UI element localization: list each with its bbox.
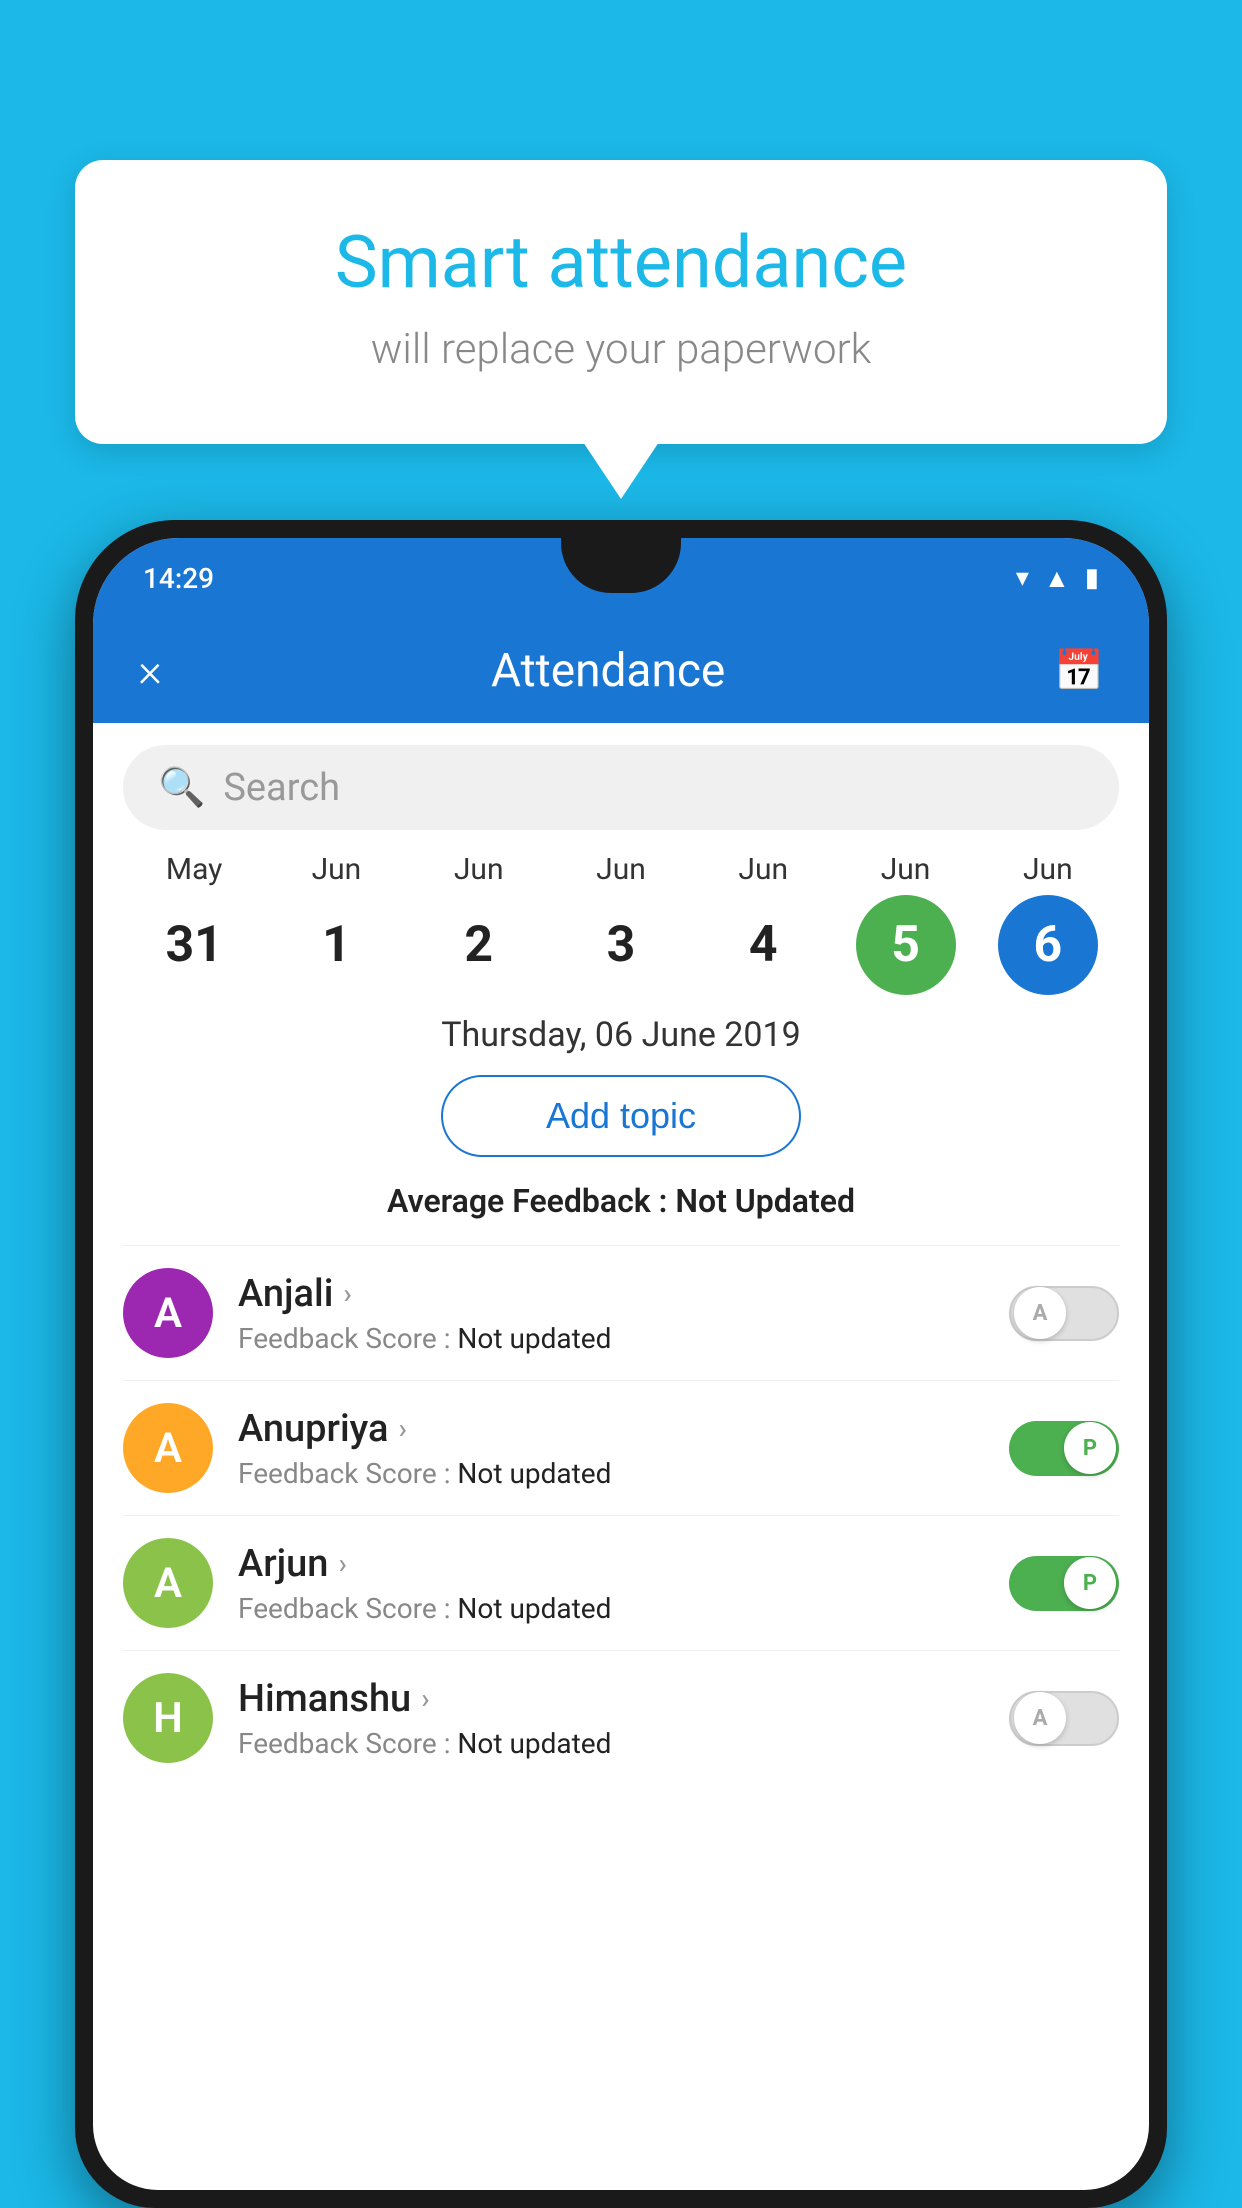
day-row[interactable]: May 31 Jun 1 Jun 2 Jun 3 Jun 4 Jun 5 Jun 6 <box>123 852 1119 995</box>
month-label: May <box>166 852 222 887</box>
date-col[interactable]: Jun 5 <box>836 852 976 995</box>
student-info: Himanshu › Feedback Score : Not updated <box>238 1677 1009 1760</box>
feedback-value: Not updated <box>457 1322 611 1355</box>
student-item[interactable]: A Arjun › Feedback Score : Not updated P <box>123 1515 1119 1650</box>
attendance-toggle[interactable]: P <box>1009 1421 1119 1476</box>
attendance-toggle[interactable]: P <box>1009 1556 1119 1611</box>
chevron-right-icon: › <box>421 1682 429 1715</box>
search-bar[interactable]: 🔍 Search <box>123 745 1119 830</box>
phone-frame: 14:29 ▾ ▲ ▮ × Attendance 📅 🔍 Search May 3… <box>75 520 1167 2208</box>
phone-notch <box>561 538 681 593</box>
month-label: Jun <box>596 852 646 887</box>
status-time: 14:29 <box>143 562 214 595</box>
student-feedback: Feedback Score : Not updated <box>238 1457 1009 1490</box>
chevron-right-icon: › <box>343 1277 351 1310</box>
app-header: × Attendance 📅 <box>93 618 1149 723</box>
student-feedback: Feedback Score : Not updated <box>238 1322 1009 1355</box>
attendance-toggle[interactable]: A <box>1009 1691 1119 1746</box>
battery-icon: ▮ <box>1085 563 1099 593</box>
speech-bubble: Smart attendance will replace your paper… <box>75 160 1167 444</box>
student-name[interactable]: Anupriya › <box>238 1407 1009 1451</box>
day-label[interactable]: 1 <box>286 895 386 995</box>
day-label[interactable]: 31 <box>144 895 244 995</box>
student-info: Anupriya › Feedback Score : Not updated <box>238 1407 1009 1490</box>
date-col[interactable]: Jun 6 <box>978 852 1118 995</box>
wifi-icon: ▾ <box>1016 563 1029 593</box>
date-picker: May 31 Jun 1 Jun 2 Jun 3 Jun 4 Jun 5 Jun 6 <box>93 852 1149 995</box>
status-bar: 14:29 ▾ ▲ ▮ <box>93 538 1149 618</box>
selected-date: Thursday, 06 June 2019 <box>93 1015 1149 1055</box>
month-label: Jun <box>454 852 504 887</box>
speech-bubble-title: Smart attendance <box>155 220 1087 305</box>
toggle-knob: A <box>1014 1692 1066 1744</box>
student-avatar: A <box>123 1403 213 1493</box>
signal-icon: ▲ <box>1044 563 1070 594</box>
add-topic-button[interactable]: Add topic <box>441 1075 801 1157</box>
student-item[interactable]: AAnjali ›Feedback Score : Not updatedA <box>123 1245 1119 1380</box>
day-label[interactable]: 4 <box>713 895 813 995</box>
day-label[interactable]: 2 <box>429 895 529 995</box>
chevron-right-icon: › <box>398 1412 406 1445</box>
feedback-value: Not updated <box>457 1457 611 1490</box>
avg-feedback-label: Average Feedback : <box>387 1182 675 1220</box>
date-col[interactable]: Jun 4 <box>693 852 833 995</box>
month-label: Jun <box>312 852 362 887</box>
speech-bubble-subtitle: will replace your paperwork <box>155 325 1087 374</box>
day-label[interactable]: 3 <box>571 895 671 995</box>
search-input[interactable]: Search <box>223 766 340 810</box>
date-col[interactable]: Jun 3 <box>551 852 691 995</box>
student-feedback: Feedback Score : Not updated <box>238 1727 1009 1760</box>
student-info: Anjali › Feedback Score : Not updated <box>238 1272 1009 1355</box>
student-feedback: Feedback Score : Not updated <box>238 1592 1009 1625</box>
day-label[interactable]: 5 <box>856 895 956 995</box>
date-col[interactable]: Jun 1 <box>266 852 406 995</box>
student-name[interactable]: Himanshu › <box>238 1677 1009 1721</box>
student-name[interactable]: Arjun › <box>238 1542 1009 1586</box>
student-item[interactable]: A Anupriya › Feedback Score : Not updated P <box>123 1380 1119 1515</box>
month-label: Jun <box>738 852 788 887</box>
student-avatar: A <box>123 1538 213 1628</box>
calendar-icon[interactable]: 📅 <box>1054 647 1104 694</box>
student-list: AAnjali ›Feedback Score : Not updatedAAA… <box>93 1245 1149 1785</box>
day-label[interactable]: 6 <box>998 895 1098 995</box>
chevron-right-icon: › <box>338 1547 346 1580</box>
feedback-value: Not updated <box>457 1727 611 1760</box>
toggle-knob: P <box>1064 1422 1116 1474</box>
month-label: Jun <box>881 852 931 887</box>
date-col[interactable]: Jun 2 <box>409 852 549 995</box>
student-name[interactable]: Anjali › <box>238 1272 1009 1316</box>
close-button[interactable]: × <box>138 644 162 698</box>
feedback-value: Not updated <box>457 1592 611 1625</box>
status-icons: ▾ ▲ ▮ <box>1016 563 1099 594</box>
phone-inner: 14:29 ▾ ▲ ▮ × Attendance 📅 🔍 Search May 3… <box>93 538 1149 2190</box>
toggle-knob: P <box>1064 1557 1116 1609</box>
attendance-toggle[interactable]: A <box>1009 1286 1119 1341</box>
student-avatar: A <box>123 1268 213 1358</box>
avg-feedback-value: Not Updated <box>675 1182 855 1220</box>
header-title: Attendance <box>491 644 725 698</box>
toggle-knob: A <box>1014 1287 1066 1339</box>
student-avatar: H <box>123 1673 213 1763</box>
student-info: Arjun › Feedback Score : Not updated <box>238 1542 1009 1625</box>
date-col[interactable]: May 31 <box>124 852 264 995</box>
search-icon: 🔍 <box>158 766 205 810</box>
average-feedback: Average Feedback : Not Updated <box>93 1182 1149 1220</box>
month-label: Jun <box>1023 852 1073 887</box>
student-item[interactable]: H Himanshu › Feedback Score : Not updatedA <box>123 1650 1119 1785</box>
